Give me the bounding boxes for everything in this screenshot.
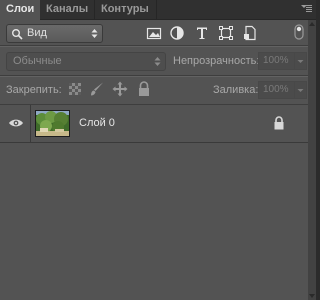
layer-filter-dropdown[interactable]: Вид — [6, 24, 103, 43]
divider — [0, 76, 308, 77]
opacity-dropdown-button[interactable] — [294, 52, 307, 70]
blend-mode-value: Обычные — [13, 55, 62, 67]
lock-all-icon[interactable] — [136, 81, 152, 97]
smart-object-filter-icon[interactable] — [242, 25, 258, 41]
chevron-down-icon — [297, 60, 304, 63]
layers-panel: Слои Каналы Контуры Вид Обычные Непрозра… — [0, 0, 316, 300]
filter-toggle-icon[interactable] — [292, 24, 306, 40]
lock-position-move-icon[interactable] — [112, 81, 128, 97]
scroll-down-icon[interactable] — [308, 292, 316, 300]
adjustment-filter-icon[interactable] — [169, 25, 185, 41]
lock-image-pixels-brush-icon[interactable] — [89, 81, 105, 97]
type-filter-icon[interactable] — [194, 25, 210, 41]
panel-menu-icon[interactable] — [299, 2, 313, 16]
shape-filter-icon[interactable] — [218, 25, 234, 41]
layer-name[interactable]: Слой 0 — [79, 117, 115, 129]
divider — [0, 46, 308, 47]
tab-paths[interactable]: Контуры — [95, 0, 157, 19]
layer-thumbnail-image — [36, 111, 69, 136]
blend-mode-dropdown[interactable]: Обычные — [6, 52, 166, 71]
scroll-up-icon[interactable] — [308, 20, 316, 28]
fill-dropdown-button[interactable] — [294, 81, 307, 99]
fill-input[interactable]: 100% — [258, 81, 295, 99]
eye-icon — [9, 119, 23, 127]
lock-transparent-pixels-icon[interactable] — [68, 82, 82, 96]
layer-row[interactable]: Слой 0 — [0, 105, 308, 143]
search-icon — [12, 29, 23, 40]
fill-label: Заливка: — [213, 84, 259, 96]
tab-layers[interactable]: Слои — [0, 0, 40, 20]
tab-bar: Слои Каналы Контуры — [0, 0, 316, 20]
chevron-updown-icon — [91, 29, 98, 38]
layers-scrollbar[interactable] — [308, 20, 316, 300]
chevron-down-icon — [297, 89, 304, 92]
layer-filter-value: Вид — [27, 27, 47, 39]
lock-label: Закрепить: — [6, 84, 62, 96]
chevron-updown-icon — [154, 57, 161, 66]
opacity-input[interactable]: 100% — [258, 52, 295, 70]
layer-visibility-toggle[interactable] — [0, 105, 31, 142]
tab-channels[interactable]: Каналы — [40, 0, 95, 19]
layer-lock-icon — [274, 116, 284, 130]
opacity-label: Непрозрачность: — [173, 55, 260, 67]
image-filter-icon[interactable] — [146, 25, 162, 41]
layer-thumbnail — [35, 110, 70, 137]
